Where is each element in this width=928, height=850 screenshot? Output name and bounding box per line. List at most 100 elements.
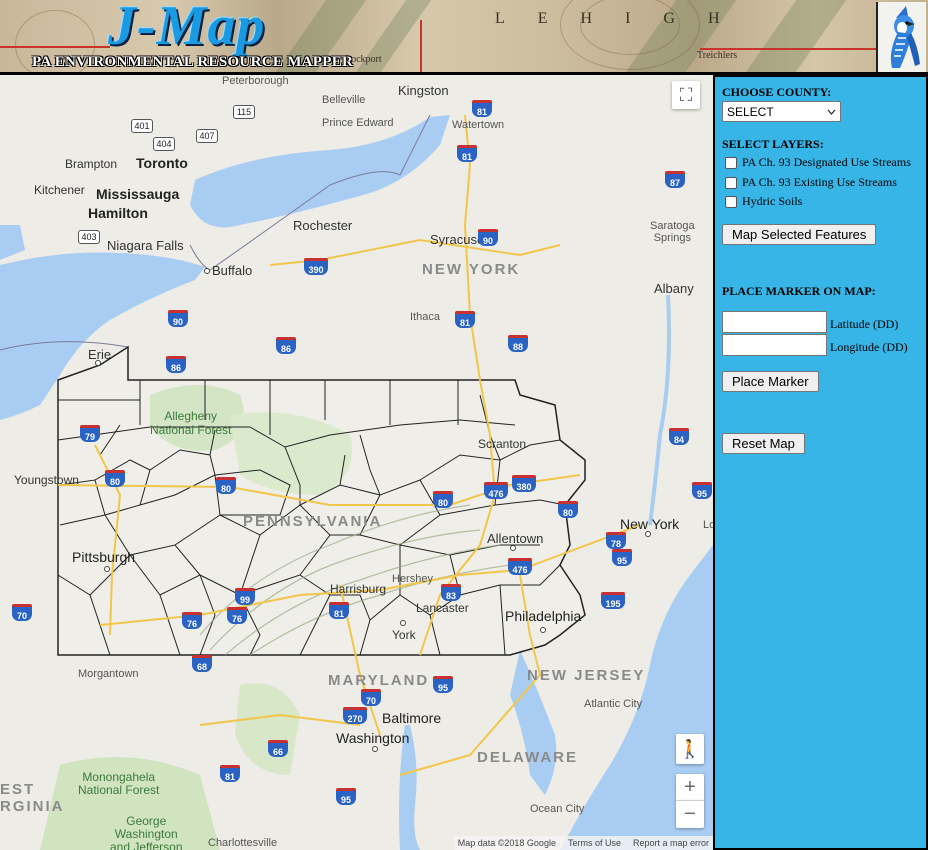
state-label: EST [0,781,36,798]
place-label: Lo [703,519,713,531]
place-marker-button[interactable]: Place Marker [722,371,819,392]
layer-option[interactable]: PA Ch. 93 Existing Use Streams [725,175,897,190]
place-label: Kingston [398,83,449,98]
place-label: Hershey [392,573,433,585]
header-banner: J-Map PA ENVIRONMENTAL RESOURCE MAPPER L… [0,0,928,75]
road-line [420,20,422,72]
layer-label: PA Ch. 93 Designated Use Streams [742,155,911,169]
interstate-shield: 80 [433,491,453,508]
place-label: Washington [336,730,410,746]
interstate-shield: 390 [304,258,328,275]
interstate-shield: 476 [508,558,532,575]
city-dot [95,360,101,366]
layer-checkbox[interactable] [725,176,737,189]
state-label: NEW YORK [422,261,521,278]
interstate-shield: 86 [166,356,186,373]
interstate-shield: 76 [182,612,202,629]
place-label: Lancaster [416,601,469,615]
interstate-shield: 95 [433,676,453,693]
place-label: Morgantown [78,668,139,680]
state-label: DELAWARE [477,749,579,766]
place-label: Atlantic City [584,698,643,710]
interstate-shield: 83 [441,584,461,601]
city-dot [400,620,406,626]
region-label: LEHIGH [495,10,753,27]
reset-map-button[interactable]: Reset Map [722,433,805,454]
interstate-shield: 76 [227,607,247,624]
place-label: Kitchener [34,183,85,197]
place-label: Harrisburg [330,582,387,596]
place-label: Syracuse [430,232,485,247]
interstate-shield: 90 [168,310,188,327]
zoom-in-button[interactable]: + [676,774,704,801]
place-label: Toronto [136,155,188,171]
place-label: Prince Edward [322,117,394,129]
interstate-shield: 78 [606,532,626,549]
interstate-shield: 87 [665,171,685,188]
interstate-shield: 81 [220,765,240,782]
place-label: Charlottesville [208,837,278,849]
place-label: Youngstown [14,473,79,487]
interstate-shield: 81 [472,100,492,117]
route-shield: 401 [131,119,153,133]
layer-checkbox[interactable] [725,156,737,169]
lake-huron [0,225,25,260]
place-label: Baltimore [382,710,442,726]
interstate-shield: 81 [455,311,475,328]
longitude-label: Longitude (DD) [830,340,908,354]
route-shield: 404 [153,137,175,151]
hudson-river [648,294,671,526]
interstate-shield: 84 [669,428,689,445]
interstate-shield: 80 [105,470,125,487]
layer-option[interactable]: Hydric Soils [725,194,802,209]
report-error-link[interactable]: Report a map error [633,838,709,848]
interstate-shield: 86 [276,337,296,354]
map-canvas[interactable]: Peterborough Belleville Kingston Prince … [0,75,713,850]
interstate-shield: 79 [80,425,100,442]
place-label: Pittsburgh [72,549,136,565]
forest-patch [235,683,300,775]
street-view-pegman-icon[interactable]: 🚶 [676,734,704,764]
park-label: Monongahela National Forest [78,770,160,797]
place-label: Ithaca [410,311,440,323]
logo-title: J-Map [108,0,266,57]
state-label: NEW JERSEY [527,667,646,684]
state-label: PENNSYLVANIA [243,513,383,530]
interstate-shield: 99 [235,588,255,605]
city-dot [372,746,378,752]
place-label: Ocean City [530,803,585,815]
header-map-word: Lockport [345,54,382,65]
latitude-input[interactable] [722,311,827,333]
interstate-shield: 70 [12,604,32,621]
chevron-down-icon [827,109,836,115]
longitude-input[interactable] [722,334,827,356]
zoom-out-button[interactable]: − [676,801,704,828]
layer-option[interactable]: PA Ch. 93 Designated Use Streams [725,155,911,170]
map-selected-features-button[interactable]: Map Selected Features [722,224,877,245]
layers-heading: SELECT LAYERS: [722,137,824,151]
interstate-shield: 66 [268,740,288,757]
place-label: Scranton [478,437,527,451]
interstate-shield: 68 [192,655,212,672]
place-label: Niagara Falls [107,238,184,253]
city-dot [540,627,546,633]
terms-of-use-link[interactable]: Terms of Use [568,838,621,848]
place-label: Peterborough [222,75,289,87]
place-label: Brampton [65,157,118,171]
header-map-word: Treichlers [697,50,738,61]
place-label: Hamilton [88,205,148,221]
map-data-credit: Map data ©2018 Google [457,838,556,848]
place-label: York [392,628,416,642]
blue-jay-icon [890,6,920,68]
control-panel: CHOOSE COUNTY: SELECT SELECT LAYERS: PA … [713,75,928,850]
state-label: RGINIA [0,798,65,815]
interstate-shield: 88 [508,335,528,352]
route-shield: 403 [78,230,100,244]
state-label: MARYLAND [328,672,430,689]
layer-checkbox[interactable] [725,195,737,208]
interstate-shield: 195 [601,592,625,609]
fullscreen-button[interactable]: ⛶ [672,81,700,109]
county-select[interactable]: SELECT [722,101,841,122]
interstate-shield: 81 [329,602,349,619]
interstate-shield: 80 [216,477,236,494]
